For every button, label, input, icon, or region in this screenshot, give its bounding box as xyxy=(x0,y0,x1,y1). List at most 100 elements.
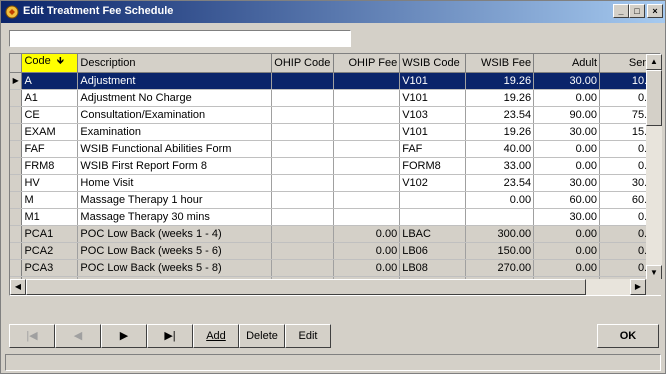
cell-code[interactable]: CE xyxy=(21,106,79,124)
cell-ohip-code[interactable] xyxy=(271,259,335,277)
last-record-button[interactable]: ▶| xyxy=(147,324,193,348)
cell-wsib-code[interactable]: V103 xyxy=(399,106,467,124)
cell-code[interactable]: PCA3 xyxy=(21,259,79,277)
prev-record-button[interactable]: ◀ xyxy=(55,324,101,348)
cell-ohip-code[interactable] xyxy=(271,123,335,141)
cell-ohip-code[interactable] xyxy=(271,242,335,260)
cell-wsib-fee[interactable]: 19.26 xyxy=(465,89,535,107)
cell-code[interactable]: HV xyxy=(21,174,79,192)
cell-adult[interactable]: 0.00 xyxy=(533,259,601,277)
cell-description[interactable]: Adjustment xyxy=(77,72,273,90)
cell-ohip-code[interactable] xyxy=(271,140,335,158)
row-indicator[interactable] xyxy=(10,106,23,124)
cell-code[interactable]: A1 xyxy=(21,89,79,107)
add-button[interactable]: Add xyxy=(193,324,239,348)
cell-wsib-fee[interactable]: 23.54 xyxy=(465,174,535,192)
row-indicator[interactable] xyxy=(10,140,23,158)
cell-adult[interactable]: 0.00 xyxy=(533,157,601,175)
cell-ohip-fee[interactable] xyxy=(333,89,401,107)
cell-description[interactable]: POC Low Back (weeks 1 - 4) xyxy=(77,225,273,243)
cell-ohip-code[interactable] xyxy=(271,157,335,175)
table-row[interactable]: CE Consultation/Examination V103 23.54 90.00… xyxy=(10,106,660,124)
ok-button[interactable]: OK xyxy=(597,324,659,348)
column-header-code[interactable]: Code 🡻 xyxy=(21,54,79,73)
cell-adult[interactable]: 30.00 xyxy=(533,72,601,90)
row-indicator[interactable] xyxy=(10,174,23,192)
cell-description[interactable]: Home Visit xyxy=(77,174,273,192)
table-row[interactable]: FRM8 WSIB First Report Form 8 FORM8 33.00 0.… xyxy=(10,157,660,175)
fee-schedule-grid[interactable]: Code 🡻 Description OHIP Code OHIP Fee WSI… xyxy=(9,53,661,296)
cell-ohip-fee[interactable] xyxy=(333,191,401,209)
column-header-wsib-code[interactable]: WSIB Code xyxy=(399,54,467,73)
cell-ohip-fee[interactable] xyxy=(333,72,401,90)
vertical-scrollbar[interactable]: ▲ ▼ xyxy=(646,54,662,281)
next-record-button[interactable]: ▶ xyxy=(101,324,147,348)
cell-adult[interactable]: 90.00 xyxy=(533,106,601,124)
scroll-right-button[interactable]: ▶ xyxy=(630,279,646,295)
row-indicator[interactable] xyxy=(10,242,23,260)
column-header-adult[interactable]: Adult xyxy=(533,54,601,73)
cell-wsib-fee[interactable]: 40.00 xyxy=(465,140,535,158)
cell-wsib-fee[interactable]: 300.00 xyxy=(465,225,535,243)
cell-wsib-fee[interactable]: 19.26 xyxy=(465,72,535,90)
cell-code[interactable]: PCA1 xyxy=(21,225,79,243)
scroll-up-button[interactable]: ▲ xyxy=(646,54,662,70)
table-row[interactable]: PCA1 POC Low Back (weeks 1 - 4) 0.00 LBAC 30… xyxy=(10,225,660,243)
table-row[interactable]: ▶ A Adjustment V101 19.26 30.00 10.0( xyxy=(10,72,660,90)
cell-description[interactable]: Massage Therapy 1 hour xyxy=(77,191,273,209)
cell-wsib-fee[interactable]: 23.54 xyxy=(465,106,535,124)
cell-ohip-fee[interactable]: 0.00 xyxy=(333,242,401,260)
cell-wsib-fee[interactable]: 33.00 xyxy=(465,157,535,175)
cell-adult[interactable]: 30.00 xyxy=(533,208,601,226)
column-header-description[interactable]: Description xyxy=(77,54,273,73)
cell-adult[interactable]: 30.00 xyxy=(533,123,601,141)
cell-adult[interactable]: 60.00 xyxy=(533,191,601,209)
row-indicator[interactable] xyxy=(10,123,23,141)
first-record-button[interactable]: |◀ xyxy=(9,324,55,348)
cell-description[interactable]: WSIB Functional Abilities Form xyxy=(77,140,273,158)
cell-code[interactable]: FRM8 xyxy=(21,157,79,175)
cell-ohip-code[interactable] xyxy=(271,191,335,209)
cell-ohip-fee[interactable] xyxy=(333,157,401,175)
cell-ohip-fee[interactable]: 0.00 xyxy=(333,225,401,243)
cell-ohip-fee[interactable]: 0.00 xyxy=(333,259,401,277)
row-indicator[interactable] xyxy=(10,225,23,243)
table-row[interactable]: FAF WSIB Functional Abilities Form FAF 40.0… xyxy=(10,140,660,158)
cell-wsib-code[interactable]: V101 xyxy=(399,72,467,90)
cell-wsib-code[interactable]: V101 xyxy=(399,123,467,141)
cell-wsib-code[interactable]: LB06 xyxy=(399,242,467,260)
cell-description[interactable]: POC Low Back (weeks 5 - 8) xyxy=(77,259,273,277)
cell-adult[interactable]: 0.00 xyxy=(533,242,601,260)
cell-wsib-code[interactable] xyxy=(399,191,467,209)
minimize-button[interactable]: _ xyxy=(613,4,629,18)
close-button[interactable]: × xyxy=(647,4,663,18)
cell-ohip-fee[interactable] xyxy=(333,140,401,158)
cell-wsib-code[interactable]: FAF xyxy=(399,140,467,158)
cell-ohip-fee[interactable] xyxy=(333,106,401,124)
table-row[interactable]: PCA2 POC Low Back (weeks 5 - 6) 0.00 LB06 15… xyxy=(10,242,660,260)
cell-description[interactable]: Consultation/Examination xyxy=(77,106,273,124)
cell-wsib-code[interactable] xyxy=(399,208,467,226)
edit-button[interactable]: Edit xyxy=(285,324,331,348)
cell-code[interactable]: EXAM xyxy=(21,123,79,141)
cell-description[interactable]: WSIB First Report Form 8 xyxy=(77,157,273,175)
row-indicator[interactable] xyxy=(10,191,23,209)
horizontal-scroll-thumb[interactable] xyxy=(26,279,586,295)
horizontal-scrollbar[interactable]: ◀ ▶ xyxy=(10,279,646,295)
column-header-ohip-fee[interactable]: OHIP Fee xyxy=(333,54,401,73)
cell-wsib-code[interactable]: V101 xyxy=(399,89,467,107)
table-row[interactable]: A1Adjustment No ChargeV10119.260.000.0( xyxy=(10,89,660,107)
table-row[interactable]: PCA3 POC Low Back (weeks 5 - 8) 0.00 LB08 27… xyxy=(10,259,660,277)
vertical-scroll-thumb[interactable] xyxy=(646,70,662,126)
cell-wsib-fee[interactable]: 150.00 xyxy=(465,242,535,260)
row-indicator[interactable] xyxy=(10,157,23,175)
maximize-button[interactable]: □ xyxy=(629,4,645,18)
cell-code[interactable]: M1 xyxy=(21,208,79,226)
cell-wsib-fee[interactable]: 270.00 xyxy=(465,259,535,277)
title-bar[interactable]: Edit Treatment Fee Schedule _ □ × xyxy=(1,1,665,23)
cell-ohip-code[interactable] xyxy=(271,208,335,226)
cell-ohip-code[interactable] xyxy=(271,174,335,192)
cell-ohip-code[interactable] xyxy=(271,89,335,107)
cell-wsib-code[interactable]: LBAC xyxy=(399,225,467,243)
cell-code[interactable]: FAF xyxy=(21,140,79,158)
